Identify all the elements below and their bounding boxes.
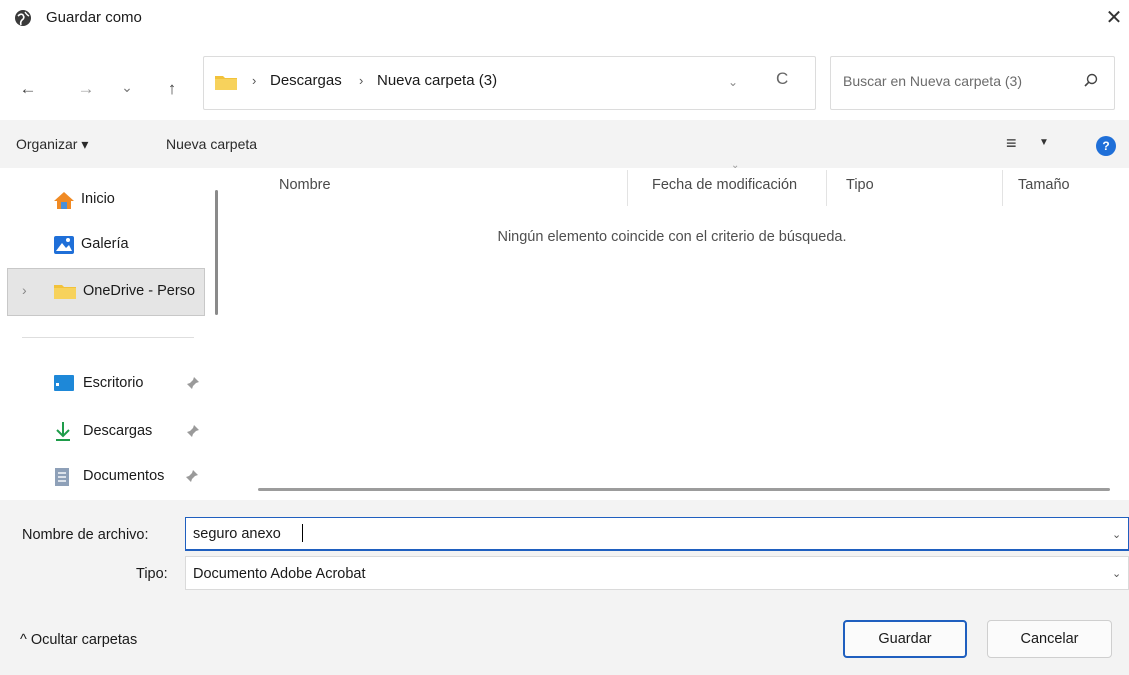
close-button[interactable]: ✕	[1100, 4, 1128, 32]
expand-chevron-icon[interactable]: ›	[22, 282, 27, 298]
sidebar-item-escritorio[interactable]: Escritorio	[0, 362, 205, 404]
text-cursor	[302, 524, 303, 542]
new-folder-button[interactable]: Nueva carpeta	[166, 136, 257, 152]
filename-dropdown-icon[interactable]: ⌄	[1112, 528, 1121, 541]
organize-menu-button[interactable]: Organizar ▾	[16, 136, 88, 153]
pin-icon	[186, 424, 200, 441]
up-arrow-icon[interactable]: ↑	[160, 77, 184, 101]
sidebar-divider	[22, 337, 194, 338]
sidebar-item-label: Documentos	[83, 468, 165, 484]
filename-field[interactable]	[185, 517, 1129, 551]
sort-indicator-icon: ⌄	[731, 160, 740, 171]
breadcrumb-separator: ›	[359, 73, 364, 88]
column-separator[interactable]	[826, 170, 827, 206]
sidebar-item-label: OneDrive - Perso	[83, 283, 196, 299]
document-icon	[53, 467, 75, 489]
file-type-dropdown-icon[interactable]: ⌄	[1112, 567, 1121, 580]
breadcrumb-separator: ›	[252, 73, 257, 88]
sidebar-item-label: Inicio	[81, 191, 115, 207]
globe-icon	[14, 9, 32, 27]
forward-arrow-icon[interactable]: →	[74, 77, 98, 101]
download-icon	[53, 420, 75, 442]
file-list[interactable]	[232, 168, 1129, 500]
search-input[interactable]: Buscar en Nueva carpeta (3)	[843, 73, 1022, 89]
save-button[interactable]: Guardar	[843, 620, 967, 658]
sidebar-item-label: Escritorio	[83, 375, 144, 391]
cancel-button[interactable]: Cancelar	[987, 620, 1112, 658]
horizontal-scrollbar[interactable]	[258, 488, 1110, 491]
sidebar-item-label: Galería	[81, 236, 129, 252]
column-header-size[interactable]: Tamaño	[1018, 177, 1070, 193]
column-header-date-modified[interactable]: Fecha de modificación	[652, 177, 797, 193]
sidebar-item-galeria[interactable]: Galería	[0, 224, 205, 266]
sidebar-item-documentos[interactable]: Documentos	[0, 456, 205, 498]
help-icon[interactable]: ?	[1096, 136, 1116, 156]
sidebar-item-descargas[interactable]: Descargas	[0, 410, 205, 452]
home-icon	[53, 190, 75, 212]
hide-folders-toggle[interactable]: ^ Ocultar carpetas	[20, 632, 137, 648]
window-title: Guardar como	[46, 9, 142, 26]
search-icon[interactable]	[1083, 72, 1099, 88]
filename-label: Nombre de archivo:	[22, 527, 149, 543]
breadcrumb-current-folder[interactable]: Nueva carpeta (3)	[377, 72, 497, 89]
sidebar-item-label: Descargas	[83, 423, 153, 439]
sidebar-item-inicio[interactable]: Inicio	[0, 178, 205, 220]
column-header-type[interactable]: Tipo	[846, 177, 874, 193]
gallery-icon	[53, 235, 75, 257]
address-dropdown-icon[interactable]: ⌄	[728, 75, 738, 89]
breadcrumb-descargas[interactable]: Descargas	[270, 72, 342, 89]
title-bar	[0, 0, 1129, 40]
view-options-icon[interactable]: ≡	[1006, 133, 1017, 154]
filename-input[interactable]: seguro anexo	[193, 526, 281, 542]
desktop-icon	[53, 374, 75, 396]
file-type-value[interactable]: Documento Adobe Acrobat	[193, 566, 366, 582]
column-separator[interactable]	[627, 170, 628, 206]
column-header-name[interactable]: Nombre	[279, 177, 331, 193]
sidebar-item-onedrive[interactable]: › OneDrive - Perso	[7, 268, 205, 316]
back-arrow-icon[interactable]: ←	[16, 77, 40, 101]
column-separator[interactable]	[1002, 170, 1003, 206]
file-type-label: Tipo:	[136, 566, 168, 582]
folder-icon	[53, 282, 76, 304]
pin-icon	[186, 376, 200, 393]
refresh-icon[interactable]: C	[776, 69, 788, 89]
view-dropdown-icon[interactable]: ▼	[1039, 137, 1049, 148]
pin-icon	[185, 469, 199, 486]
empty-folder-message: Ningún elemento coincide con el criterio…	[497, 229, 847, 245]
sidebar-scrollbar[interactable]	[215, 190, 218, 315]
folder-icon	[214, 73, 238, 91]
recent-locations-chevron-icon[interactable]: ⌄	[115, 75, 139, 99]
